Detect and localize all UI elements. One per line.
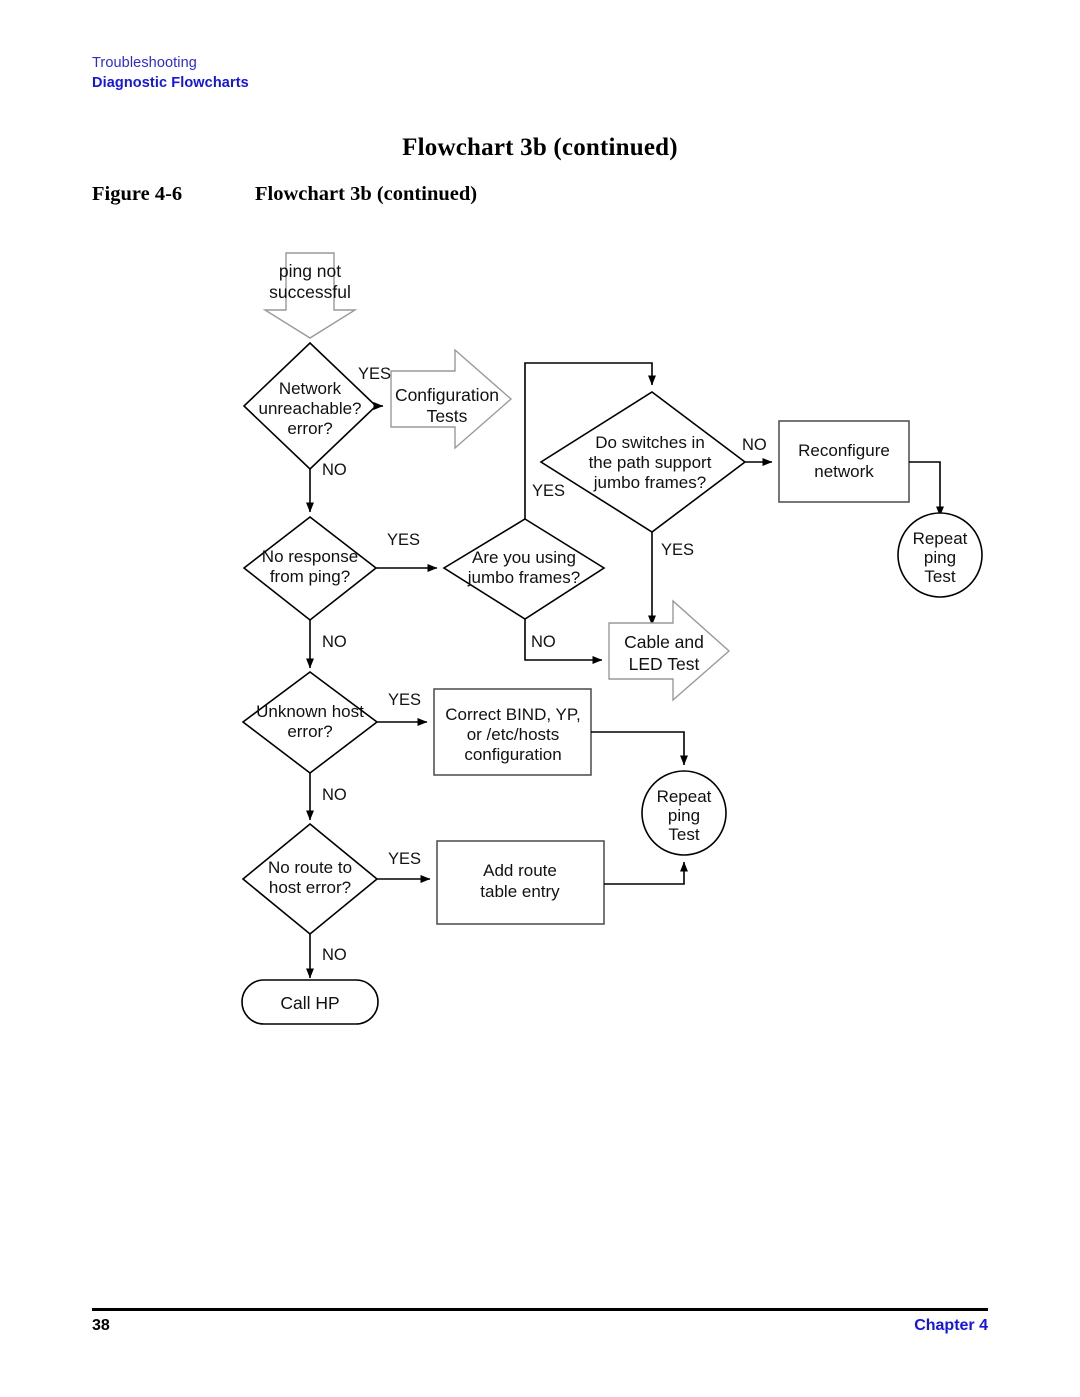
- node-configuration-tests: Configuration Tests: [390, 348, 513, 450]
- no-response-label-1: No response: [262, 547, 358, 566]
- configuration-tests-label-2: Tests: [427, 406, 468, 426]
- node-no-response-from-ping: No response from ping?: [242, 515, 378, 622]
- node-add-route-table-entry: Add route table entry: [436, 840, 605, 925]
- add-route-label-1: Add route: [483, 861, 557, 880]
- no-response-label-2: from ping?: [270, 567, 350, 586]
- repeat-ping-test-bottom-label-2: ping: [668, 806, 700, 825]
- node-cable-led-test: Cable and LED Test: [608, 599, 731, 702]
- node-start-arrow: ping not successful: [262, 252, 358, 339]
- correct-bind-label-3: configuration: [464, 745, 561, 764]
- edge-label-no-response-yes: YES: [387, 531, 420, 549]
- node-are-you-using-jumbo: Are you using jumbo frames?: [442, 518, 606, 620]
- edge-label-no-response-no: NO: [322, 633, 347, 651]
- node-switches-jumbo: Do switches in the path support jumbo fr…: [539, 391, 747, 533]
- edge-label-unknown-host-no: NO: [322, 786, 347, 804]
- cable-led-test-label-2: LED Test: [629, 654, 700, 674]
- cable-led-test-label-1: Cable and: [624, 632, 704, 652]
- node-repeat-ping-test-top: Repeat ping Test: [897, 512, 983, 598]
- correct-bind-label-2: or /etc/hosts: [467, 725, 560, 744]
- running-header-subsection: Diagnostic Flowcharts: [92, 75, 249, 91]
- switches-jumbo-label-3: jumbo frames?: [593, 473, 706, 492]
- edge-label-switches-jumbo-no: NO: [742, 436, 767, 454]
- edge-label-no-route-no: NO: [322, 946, 347, 964]
- unknown-host-label-1: Unknown host: [256, 702, 364, 721]
- edge-label-are-you-using-jumbo-no: NO: [531, 633, 556, 651]
- node-correct-bind-yp: Correct BIND, YP, or /etc/hosts configur…: [433, 688, 592, 776]
- edge-are-you-using-jumbo-no: [524, 619, 603, 664]
- reconfigure-network-label-2: network: [814, 462, 874, 481]
- configuration-tests-label-1: Configuration: [395, 385, 499, 405]
- correct-bind-label-1: Correct BIND, YP,: [445, 705, 580, 724]
- unknown-host-label-2: error?: [287, 722, 332, 741]
- repeat-ping-test-top-label-3: Test: [924, 567, 955, 586]
- edge-correct-bind-to-repeat: [591, 731, 688, 766]
- network-unreachable-label-2: unreachable?: [258, 399, 361, 418]
- node-call-hp: Call HP: [241, 979, 379, 1025]
- flowchart-diagram: ping not successful Network unreachable?…: [241, 252, 983, 1025]
- edge-label-switches-jumbo-yes: YES: [661, 541, 694, 559]
- edge-label-network-unreachable-no: NO: [322, 461, 347, 479]
- running-header: Troubleshooting Diagnostic Flowcharts: [92, 54, 249, 94]
- are-you-using-jumbo-label-1: Are you using: [472, 548, 576, 567]
- footer-rule: [92, 1308, 988, 1311]
- node-unknown-host-error: Unknown host error?: [241, 671, 379, 775]
- edge-label-network-unreachable-yes: YES: [358, 365, 391, 383]
- no-route-label-2: host error?: [269, 878, 351, 897]
- figure-number: Figure 4-6: [92, 183, 183, 205]
- start-arrow-label-1: ping not: [279, 261, 341, 281]
- edge-are-you-using-jumbo-yes: [524, 362, 656, 519]
- footer-chapter-label: Chapter 4: [914, 1317, 988, 1334]
- network-unreachable-label-3: error?: [287, 419, 332, 438]
- figure-caption: Flowchart 3b (continued): [255, 183, 478, 205]
- edge-label-no-route-yes: YES: [388, 850, 421, 868]
- repeat-ping-test-top-label-1: Repeat: [913, 529, 968, 548]
- edge-label-unknown-host-yes: YES: [388, 691, 421, 709]
- switches-jumbo-label-1: Do switches in: [595, 433, 705, 452]
- call-hp-label: Call HP: [280, 993, 339, 1013]
- node-network-unreachable: Network unreachable? error?: [242, 341, 378, 471]
- add-route-label-2: table entry: [480, 882, 560, 901]
- repeat-ping-test-top-label-2: ping: [924, 548, 956, 567]
- edge-label-are-you-using-jumbo-yes: YES: [532, 482, 565, 500]
- page-title: Flowchart 3b (continued): [402, 134, 678, 161]
- network-unreachable-label-1: Network: [279, 379, 342, 398]
- repeat-ping-test-bottom-label-1: Repeat: [657, 787, 712, 806]
- node-no-route-to-host: No route to host error?: [241, 822, 379, 936]
- are-you-using-jumbo-label-2: jumbo frames?: [467, 568, 580, 587]
- footer-page-number: 38: [92, 1317, 110, 1334]
- reconfigure-network-label-1: Reconfigure: [798, 441, 890, 460]
- node-repeat-ping-test-bottom: Repeat ping Test: [641, 770, 727, 856]
- switches-jumbo-label-2: the path support: [589, 453, 712, 472]
- running-header-section: Troubleshooting: [92, 55, 197, 71]
- edge-add-route-to-repeat: [604, 861, 688, 885]
- repeat-ping-test-bottom-label-3: Test: [668, 825, 699, 844]
- edge-reconfigure-to-repeat: [909, 461, 944, 517]
- node-reconfigure-network: Reconfigure network: [778, 420, 910, 503]
- start-arrow-label-2: successful: [269, 282, 351, 302]
- no-route-label-1: No route to: [268, 858, 352, 877]
